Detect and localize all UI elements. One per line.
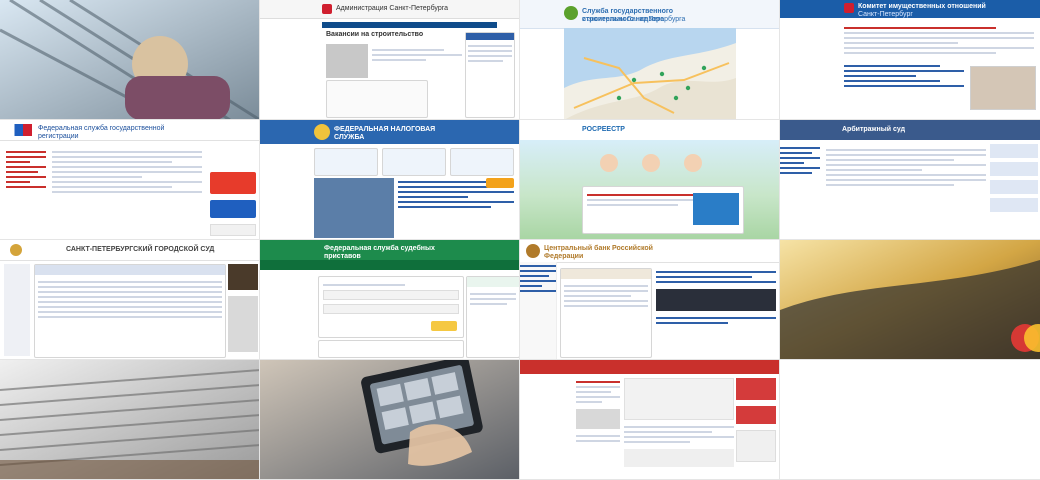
tile-blank (780, 360, 1040, 480)
left-menu[interactable] (520, 262, 557, 359)
left-nav[interactable] (780, 144, 820, 239)
city-emblem-icon (844, 3, 854, 13)
left-sidebar[interactable] (4, 264, 30, 356)
tile-cbr-site: Центральный банк Российской Федерации (520, 240, 780, 360)
content-text (826, 146, 986, 189)
tile-spb-admin-site: Администрация Санкт-Петербурга Вакансии … (260, 0, 520, 120)
avatar-row[interactable] (590, 148, 710, 180)
tile-rosreestr-doc-site: Федеральная служба государственной регис… (0, 120, 260, 240)
tile-fns-site: ФЕДЕРАЛЬНАЯ НАЛОГОВАЯ СЛУЖБА (260, 120, 520, 240)
embedded-map (326, 80, 428, 118)
tile-fssp-site: Федеральная служба судебных приставов (260, 240, 520, 360)
tile-credit-card-photo (780, 240, 1040, 360)
sidebar-photo (970, 66, 1036, 110)
page-text (844, 24, 1034, 57)
tile-newspaper-photo (0, 360, 260, 480)
tile-spb-city-court-site: САНКТ-ПЕТЕРБУРГСКИЙ ГОРОДСКОЙ СУД (0, 240, 260, 360)
news-card[interactable] (582, 186, 744, 234)
links-list (844, 62, 964, 116)
site-title: Центральный банк Российской Федерации (544, 245, 653, 260)
rates-panel (560, 268, 652, 358)
bottom-search[interactable] (318, 340, 464, 358)
article-text (372, 46, 462, 64)
top-nav (322, 22, 497, 28)
tile-tablet-photo (260, 360, 520, 480)
credit-card-photo (780, 240, 1040, 359)
newspaper-photo (0, 360, 259, 479)
site-title: ФЕДЕРАЛЬНАЯ НАЛОГОВАЯ СЛУЖБА (334, 126, 436, 141)
right-ads[interactable] (736, 378, 776, 476)
news-image (326, 44, 368, 78)
tile-arbitr-site: Арбитражный суд (780, 120, 1040, 240)
debt-search-form[interactable] (318, 276, 464, 338)
tablet-photo (260, 360, 519, 479)
right-media (228, 264, 258, 356)
left-column[interactable] (576, 378, 620, 476)
city-map[interactable] (564, 28, 736, 119)
site-title: Федеральная служба судебных приставов (324, 245, 435, 260)
service-cards[interactable] (314, 148, 514, 176)
site-title: САНКТ-ПЕТЕРБУРГСКИЙ ГОРОДСКОЙ СУД (66, 246, 215, 253)
tile-construction-photo (0, 0, 260, 120)
site-title: РОСРЕЕСТР (582, 126, 625, 133)
tile-rosreestr-site: РОСРЕЕСТР (520, 120, 780, 240)
right-banners (210, 172, 256, 236)
main-nav[interactable] (260, 260, 519, 270)
right-sidebar-menu (465, 32, 515, 118)
electronic-services[interactable] (398, 178, 514, 236)
tile-news-site (520, 360, 780, 480)
city-emblem-icon (322, 4, 332, 14)
screenshot-collage: Администрация Санкт-Петербурга Вакансии … (0, 0, 1040, 480)
news-feed[interactable] (656, 268, 776, 327)
map-graphics (564, 28, 736, 119)
agency-logo-icon (564, 6, 578, 20)
left-menu[interactable] (6, 148, 46, 238)
fns-logo-icon (314, 124, 330, 140)
personal-cabinet[interactable] (466, 276, 519, 358)
tile-gsn-map-site: Служба государственного строительного на… (520, 0, 780, 120)
tile-kio-site: Комитет имущественных отношений Санкт-Пе… (780, 0, 1040, 120)
site-title: Администрация Санкт-Петербурга (336, 5, 449, 12)
site-subtitle: Санкт-Петербург (858, 11, 913, 18)
main-column[interactable] (624, 378, 734, 476)
page-heading: Вакансии на строительство (326, 31, 424, 38)
site-title: Арбитражный суд (842, 126, 906, 133)
promo-image (314, 178, 394, 238)
site-title: Комитет имущественных отношений (858, 3, 986, 10)
cases-table[interactable] (34, 264, 226, 358)
cbr-emblem-icon (526, 244, 540, 258)
right-icons[interactable] (990, 144, 1038, 236)
site-header (520, 360, 779, 374)
site-subtitle: и экспертизы Санкт-Петербурга (582, 16, 686, 23)
site-title: Федеральная служба государственной регис… (38, 125, 165, 140)
flag-icon (6, 124, 32, 136)
construction-photo (0, 0, 259, 119)
page-content (52, 148, 202, 196)
court-emblem-icon (10, 244, 22, 256)
